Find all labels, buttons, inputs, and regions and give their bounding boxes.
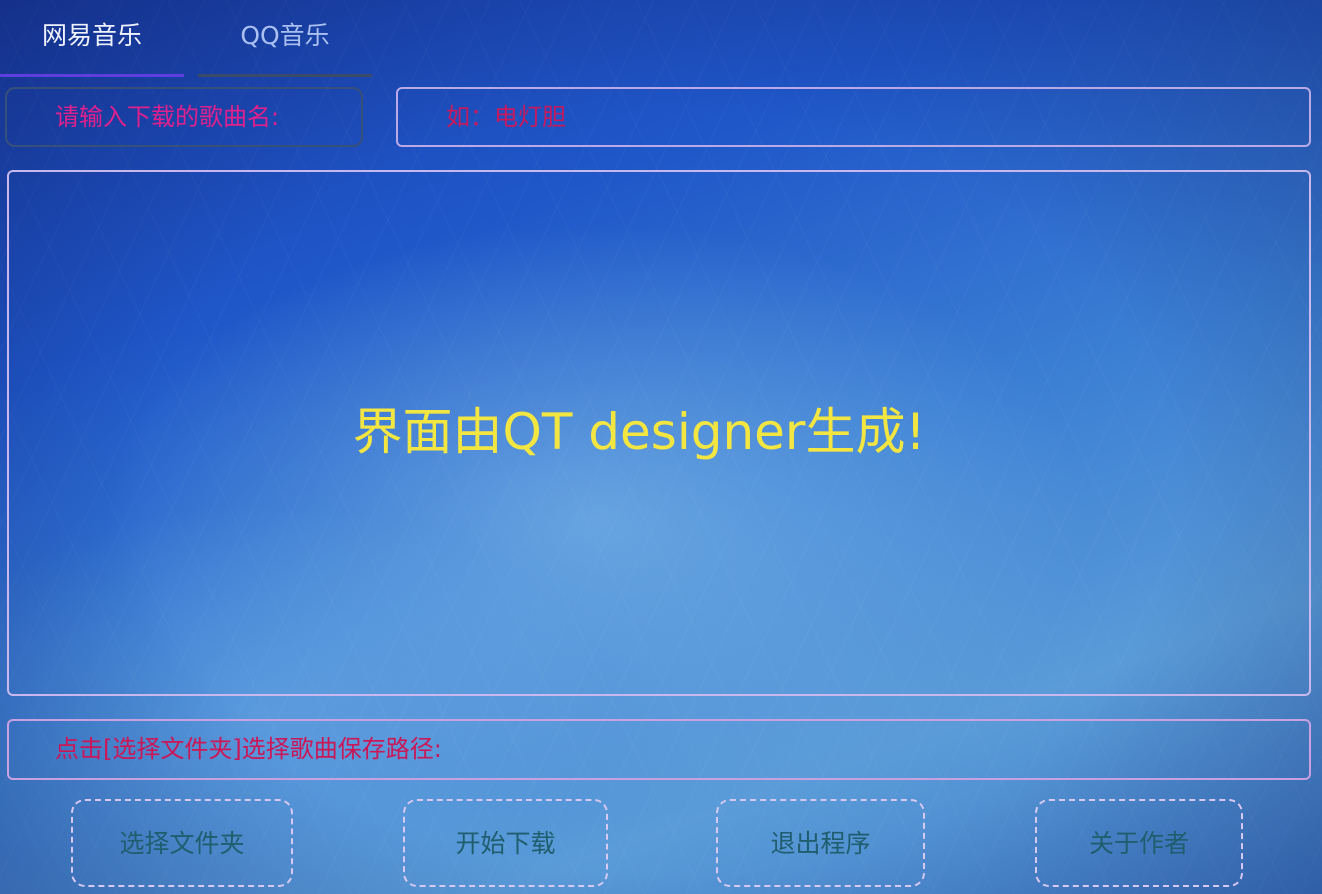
main-display-panel: 界面由QT designer生成! xyxy=(7,170,1311,696)
main-message: 界面由QT designer生成! xyxy=(352,403,926,461)
exit-program-button[interactable]: 退出程序 xyxy=(716,799,925,887)
select-folder-button[interactable]: 选择文件夹 xyxy=(71,799,293,887)
song-name-prompt-label: 请输入下载的歌曲名: xyxy=(5,87,363,147)
song-name-input[interactable] xyxy=(396,87,1311,147)
about-author-button[interactable]: 关于作者 xyxy=(1035,799,1243,887)
tab-netease-music[interactable]: 网易音乐 xyxy=(0,0,184,77)
tab-qq-music[interactable]: QQ音乐 xyxy=(198,0,372,77)
save-path-label: 点击[选择文件夹]选择歌曲保存路径: xyxy=(7,719,1311,780)
start-download-button[interactable]: 开始下载 xyxy=(403,799,608,887)
